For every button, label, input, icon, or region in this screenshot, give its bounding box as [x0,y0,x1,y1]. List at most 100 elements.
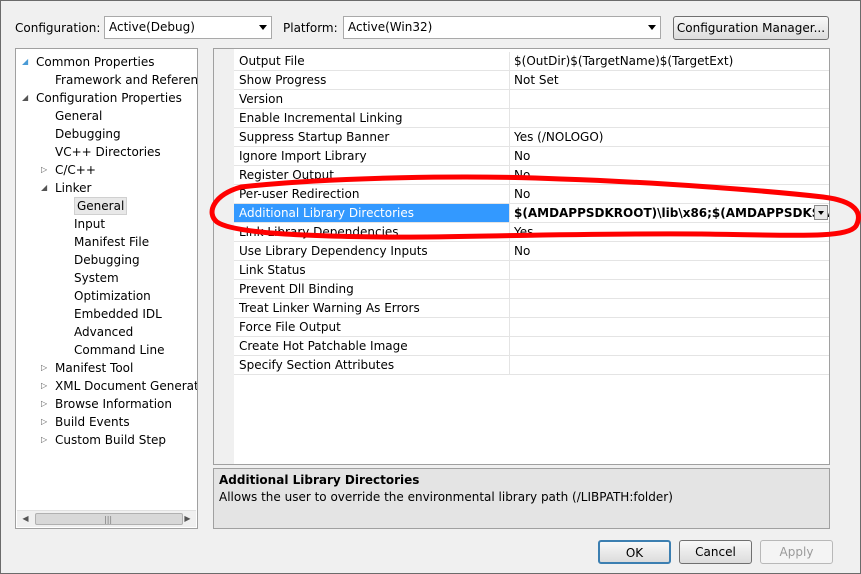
property-row[interactable]: Suppress Startup Banner Yes (/NOLOGO) [234,128,829,147]
tree-item[interactable]: ▷ Browse Information [41,395,172,413]
tree-item-label: Manifest Tool [55,361,134,375]
tree-item[interactable]: ▷ Custom Build Step [41,431,166,449]
platform-value: Active(Win32) [348,20,433,34]
tree-item[interactable]: ▷ XML Document Generator [41,377,197,395]
collapse-arrow-icon[interactable]: ◢ [41,179,51,197]
tree-item[interactable]: ▷ C/C++ [41,161,96,179]
tree-item[interactable]: Debugging [74,251,140,269]
tree-item-label: Manifest File [74,235,150,249]
property-value[interactable]: $(AMDAPPSDKROOT)\lib\x86;$(AMDAPPSDKSAMP… [511,204,829,222]
property-row[interactable]: Register Output No [234,166,829,185]
expand-arrow-icon[interactable]: ▷ [41,395,51,413]
tree-item[interactable]: VC++ Directories [55,143,161,161]
property-value: No [511,242,829,260]
value-dropdown-button[interactable] [814,205,828,220]
property-row[interactable]: Treat Linker Warning As Errors [234,299,829,318]
tree-item-label: Framework and References [55,73,198,87]
property-name: Register Output [234,166,510,184]
expand-arrow-icon[interactable]: ▷ [41,359,51,377]
property-value: Not Set [511,71,829,89]
chevron-down-icon [648,25,656,30]
tree-horizontal-scrollbar[interactable]: ◀ ||| ▶ [17,510,196,527]
property-row[interactable]: Version [234,90,829,109]
expand-arrow-icon[interactable]: ▷ [41,161,51,179]
tree-item[interactable]: ▷ Build Events [41,413,130,431]
tree-item[interactable]: Embedded IDL [74,305,162,323]
property-value-text: Not Set [514,73,559,87]
tree-item-label: General [77,199,125,213]
collapse-arrow-icon[interactable]: ◢ [22,53,32,71]
tree-item[interactable]: ◢ Configuration Properties [22,89,182,107]
scroll-left-icon[interactable]: ◀ [17,511,34,527]
property-value: Yes [511,223,829,241]
tree-item[interactable]: ◢ Linker [41,179,91,197]
expand-arrow-icon[interactable]: ▷ [41,413,51,431]
property-value [511,299,829,317]
property-value [511,280,829,298]
property-value [511,90,829,108]
tree-item-label: C/C++ [55,163,96,177]
property-row[interactable]: Ignore Import Library No [234,147,829,166]
tree-item[interactable]: Advanced [74,323,133,341]
tree-item[interactable]: General [55,107,102,125]
property-row[interactable]: Specify Section Attributes [234,356,829,375]
tree-item-label: Embedded IDL [74,307,162,321]
property-name: Version [234,90,510,108]
collapse-arrow-icon[interactable]: ◢ [22,89,32,107]
tree-item-label: Configuration Properties [36,91,182,105]
property-row[interactable]: Show Progress Not Set [234,71,829,90]
property-row[interactable]: Output File $(OutDir)$(TargetName)$(Targe… [234,52,829,71]
property-row[interactable]: Prevent Dll Binding [234,280,829,299]
cancel-button[interactable]: Cancel [679,540,752,564]
property-value: No [511,185,829,203]
scroll-right-icon[interactable]: ▶ [179,511,196,527]
property-name: Specify Section Attributes [234,356,510,374]
apply-button[interactable]: Apply [760,540,833,564]
property-value: No [511,147,829,165]
tree-item[interactable]: Framework and References [55,71,198,89]
tree-item[interactable]: Optimization [74,287,151,305]
platform-label: Platform: [283,21,338,35]
property-name: Create Hot Patchable Image [234,337,510,355]
ok-button[interactable]: OK [598,540,671,564]
tree-item[interactable]: Manifest File [74,233,149,251]
tree-item-label: Optimization [74,289,151,303]
property-value [511,318,829,336]
scroll-thumb[interactable]: ||| [35,513,183,525]
tree-item[interactable]: General [74,197,128,215]
property-row[interactable]: Additional Library Directories $(AMDAPPSD… [234,204,829,223]
tree-item[interactable]: Input [74,215,105,233]
property-tree[interactable]: ◢ Common Properties Framework and Referenc… [15,48,198,529]
tree-item[interactable]: Command Line [74,341,165,359]
tree-item[interactable]: ▷ Manifest Tool [41,359,134,377]
property-name: Prevent Dll Binding [234,280,510,298]
configuration-label: Configuration: [15,21,101,35]
tree-item-label: Common Properties [36,55,155,69]
tree-item[interactable]: System [74,269,119,287]
property-name: Per-user Redirection [234,185,510,203]
tree-item[interactable]: ◢ Common Properties [22,53,155,71]
property-row[interactable]: Link Library Dependencies Yes [234,223,829,242]
tree-item-label: Advanced [74,325,134,339]
tree-item[interactable]: Debugging [55,125,121,143]
configuration-dropdown[interactable]: Active(Debug) [104,16,272,39]
configuration-value: Active(Debug) [109,20,195,34]
property-value [511,356,829,374]
tree-item-label: Build Events [55,415,130,429]
configuration-manager-button[interactable]: Configuration Manager... [673,16,829,40]
expand-arrow-icon[interactable]: ▷ [41,377,51,395]
property-row[interactable]: Link Status [234,261,829,280]
expand-arrow-icon[interactable]: ▷ [41,431,51,449]
property-row[interactable]: Enable Incremental Linking [234,109,829,128]
property-value-text: $(OutDir)$(TargetName)$(TargetExt) [514,54,734,68]
property-grid[interactable]: Output File $(OutDir)$(TargetName)$(Targe… [213,48,830,465]
grid-gutter [214,49,234,464]
platform-dropdown[interactable]: Active(Win32) [343,16,661,39]
property-row[interactable]: Create Hot Patchable Image [234,337,829,356]
property-name: Enable Incremental Linking [234,109,510,127]
property-row[interactable]: Per-user Redirection No [234,185,829,204]
property-row[interactable]: Use Library Dependency Inputs No [234,242,829,261]
property-row[interactable]: Force File Output [234,318,829,337]
property-value-text: Yes (/NOLOGO) [514,130,604,144]
tree-item-label: Debugging [55,127,121,141]
